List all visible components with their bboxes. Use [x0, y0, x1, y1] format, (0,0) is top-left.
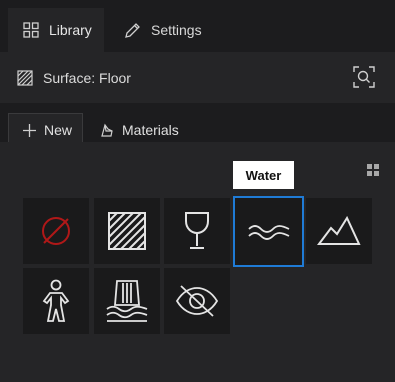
tile-person[interactable] — [23, 268, 89, 334]
tile-glass[interactable] — [164, 198, 230, 264]
tile-none[interactable] — [23, 198, 89, 264]
wine-glass-icon — [182, 211, 212, 251]
pencil-icon — [124, 22, 141, 39]
tab-settings[interactable]: Settings — [112, 8, 202, 52]
tile-hidden[interactable] — [164, 268, 230, 334]
tile-waterfall[interactable] — [94, 268, 160, 334]
top-tab-bar: Library Settings — [0, 0, 395, 52]
tile-hatch[interactable] — [94, 198, 160, 264]
surface-bar: Surface: Floor — [0, 52, 395, 103]
water-waves-icon — [247, 223, 291, 241]
tab-settings-label: Settings — [151, 22, 202, 38]
subtab-new-label: New — [44, 122, 73, 138]
grid-view-toggle-icon[interactable] — [366, 163, 380, 177]
tab-library-label: Library — [49, 22, 92, 38]
subtab-materials-label: Materials — [122, 121, 179, 138]
plus-icon — [23, 123, 36, 137]
mountain-icon — [317, 216, 361, 246]
sub-tab-bar: New Materials — [0, 103, 395, 146]
tile-water[interactable] — [233, 196, 304, 267]
waterfall-icon — [103, 279, 151, 323]
zoom-search-button[interactable] — [353, 66, 375, 88]
tooltip: Water — [233, 161, 294, 189]
grid-icon — [23, 22, 39, 38]
no-material-icon — [38, 213, 74, 249]
surface-label: Surface: Floor — [43, 69, 131, 86]
tile-mountain[interactable] — [306, 198, 372, 264]
hatch-icon — [17, 69, 33, 86]
surface-info: Surface: Floor — [17, 52, 131, 103]
hatch-pattern-icon — [107, 211, 147, 251]
eye-slash-icon — [175, 283, 219, 319]
paint-bucket-icon — [100, 123, 114, 137]
person-icon — [40, 279, 72, 323]
tab-library[interactable]: Library — [8, 8, 104, 52]
